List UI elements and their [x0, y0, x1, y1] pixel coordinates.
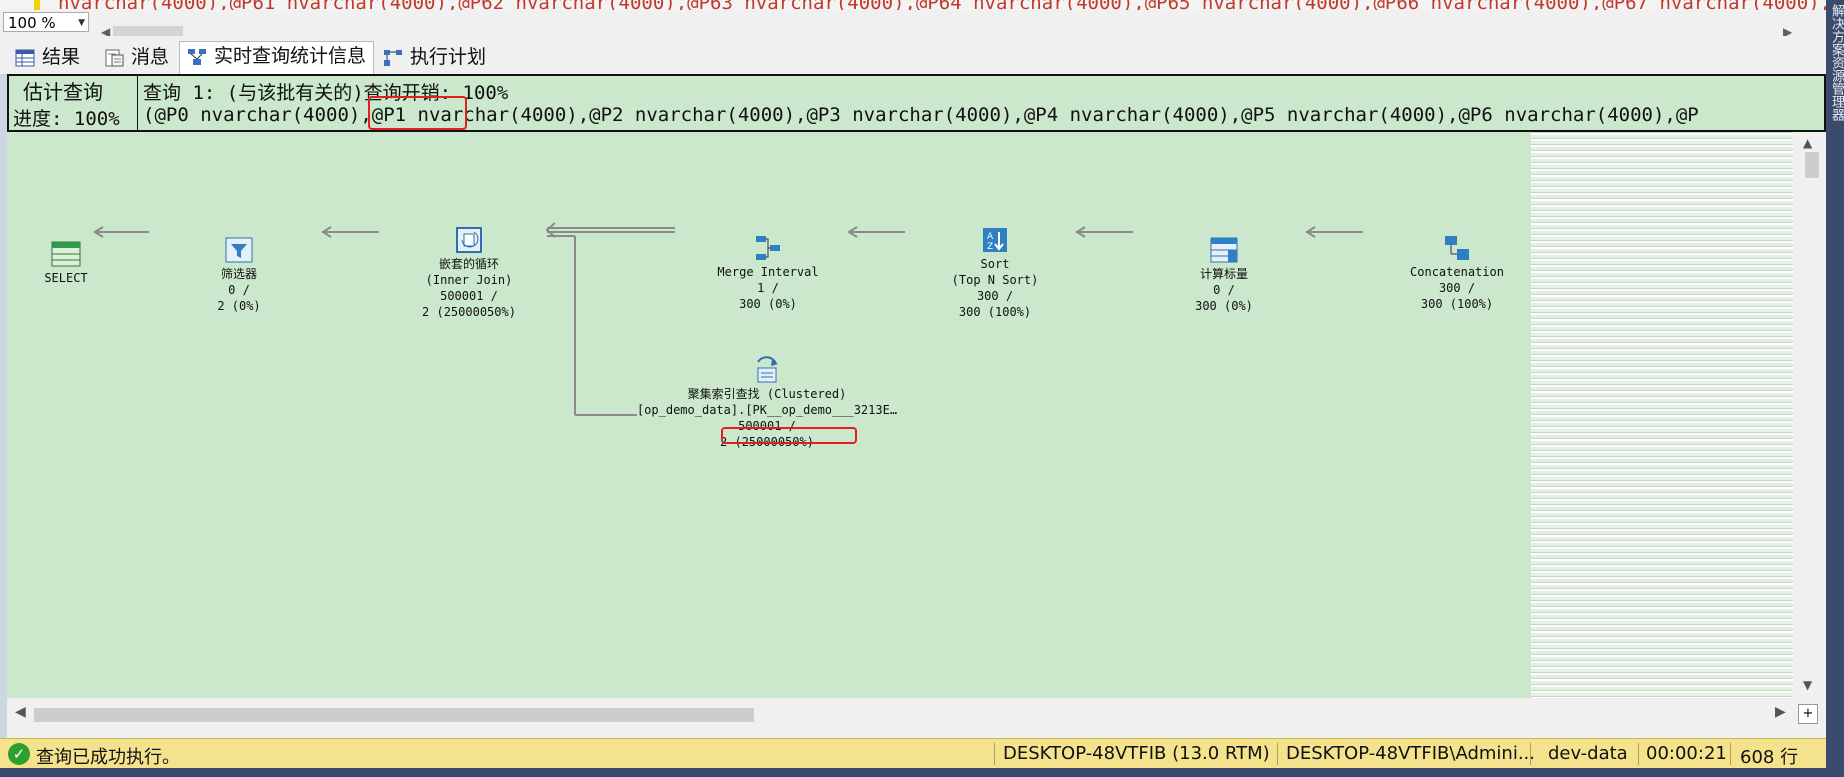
plan-node-merge-interval[interactable]: Merge Interval 1 / 300 (0%)	[700, 234, 836, 312]
plan-node-nested-loops[interactable]: 嵌套的循环 (Inner Join) 500001 / 2 (25000050%…	[411, 226, 527, 320]
status-user: DESKTOP-48VTFIB\Admini...	[1286, 743, 1536, 764]
tab-messages-label: 消息	[131, 46, 170, 68]
plan-node-text: SELECT	[44, 271, 88, 285]
progress-cell: 估计查询 进度: 100%	[9, 76, 138, 130]
status-database: dev-data	[1548, 743, 1628, 764]
zoom-plus-icon[interactable]: +	[1798, 704, 1818, 724]
plan-node-text: 计算标量	[1199, 267, 1248, 281]
live-stats-icon	[188, 49, 206, 65]
plan-node-text: 300 (0%)	[739, 297, 797, 311]
plan-node-text: 300 (100%)	[958, 305, 1032, 319]
tab-results[interactable]: 结果	[8, 43, 94, 72]
execution-plan-icon	[384, 50, 402, 66]
solution-explorer-collapsed-panel[interactable]: 解决方案资源管理器	[1826, 0, 1844, 777]
plan-vscroll-thumb[interactable]	[1805, 152, 1819, 178]
status-elapsed: 00:00:21	[1646, 743, 1727, 764]
status-bar: ✓ 查询已成功执行。 DESKTOP-48VTFIB (13.0 RTM) DE…	[0, 738, 1826, 769]
plan-node-text: 500001 /	[440, 289, 498, 303]
plan-node-text: 0 /	[228, 283, 250, 297]
status-separator	[1730, 743, 1731, 765]
status-separator	[1277, 743, 1278, 765]
sort-icon: AZ	[983, 228, 1007, 252]
nested-loops-icon	[456, 227, 482, 253]
status-separator	[994, 743, 995, 765]
plan-vertical-scrollbar[interactable]: ▲ ▼	[1793, 132, 1826, 698]
plan-node-text: 300 (0%)	[1195, 299, 1253, 313]
highlight-box-row-count	[721, 427, 857, 444]
change-marker	[34, 0, 40, 10]
editor-zoom-row: 100 % ▼ ◀ ▶	[0, 10, 1826, 39]
concatenation-icon	[1445, 236, 1469, 260]
plan-node-text: Sort	[980, 257, 1010, 271]
chevron-down-icon[interactable]: ▼	[78, 13, 85, 33]
tab-execution-plan-label: 执行计划	[410, 46, 487, 68]
status-rows: 608 行	[1740, 747, 1799, 768]
plan-overflow-edge	[1531, 132, 1793, 698]
scroll-up-icon[interactable]: ▲	[1803, 136, 1812, 150]
status-separator	[1530, 743, 1531, 765]
tab-live-query-statistics[interactable]: 实时查询统计信息	[179, 41, 374, 74]
plan-node-text: (Top N Sort)	[951, 273, 1039, 287]
select-icon	[51, 241, 81, 267]
tab-live-stats-label: 实时查询统计信息	[214, 45, 367, 67]
status-message: 查询已成功执行。	[36, 747, 180, 768]
status-server: DESKTOP-48VTFIB (13.0 RTM)	[1003, 743, 1270, 764]
zoom-select[interactable]: 100 % ▼	[3, 12, 89, 32]
svg-text:Z: Z	[987, 242, 993, 252]
plan-node-text: 0 /	[1213, 283, 1235, 297]
plan-node-text: [op_demo_data].[PK__op_demo___3213E…	[636, 403, 898, 417]
plan-node-text: 300 /	[976, 289, 1014, 303]
compute-scalar-icon	[1210, 237, 1238, 263]
status-separator	[1638, 743, 1639, 765]
plan-hscroll-thumb[interactable]	[34, 708, 754, 722]
plan-node-text: 嵌套的循环	[438, 257, 499, 271]
tab-messages[interactable]: 消息	[97, 43, 183, 72]
plan-node-text: 300 /	[1438, 281, 1476, 295]
plan-node-text: (Inner Join)	[425, 273, 513, 287]
tab-results-label: 结果	[42, 46, 81, 68]
sql-editor-strip[interactable]: nvarchar(4000),@P61 nvarchar(4000),@P62 …	[0, 0, 1844, 10]
tab-execution-plan[interactable]: 执行计划	[376, 43, 494, 72]
query-header: 估计查询 进度: 100% 查询 1: (与该批有关的)查询开销: 100% (…	[7, 74, 1826, 132]
plan-node-text: 1 /	[757, 281, 779, 295]
plan-node-compute-scalar[interactable]: 计算标量 0 / 300 (0%)	[1179, 236, 1269, 314]
plan-node-concatenation[interactable]: Concatenation 300 / 300 (100%)	[1391, 234, 1523, 312]
plan-node-text: 300 (100%)	[1420, 297, 1494, 311]
messages-icon	[105, 49, 124, 67]
zoom-value: 100 %	[8, 14, 56, 32]
plan-node-text: 2 (25000050%)	[422, 305, 516, 319]
progress-value: 进度: 100%	[13, 108, 120, 130]
clustered-index-seek-icon	[757, 356, 778, 383]
plan-node-sort[interactable]: AZ Sort (Top N Sort) 300 / 300 (100%)	[939, 226, 1051, 320]
plan-node-text: 2 (0%)	[217, 299, 261, 313]
plan-node-text: 筛选器	[220, 267, 257, 281]
plan-node-text: Concatenation	[1410, 265, 1504, 279]
plan-node-select[interactable]: SELECT	[31, 240, 101, 286]
execution-plan-canvas[interactable]: SELECT 筛选器 0 / 2 (0%) 嵌套的循环 (Inner Join)…	[7, 132, 1531, 698]
results-tab-bar: 结果 消息 实时查询统计信息 执行计划	[0, 36, 1826, 74]
progress-label: 估计查询	[23, 80, 103, 104]
plan-horizontal-scrollbar[interactable]: ◀ ▶ +	[7, 698, 1826, 738]
scroll-down-icon[interactable]: ▼	[1803, 678, 1812, 692]
filter-icon	[225, 237, 253, 263]
plan-node-text: Merge Interval	[717, 265, 819, 279]
grid-icon	[15, 49, 35, 67]
success-check-icon: ✓	[8, 743, 30, 765]
scroll-left-icon[interactable]: ◀	[15, 704, 26, 720]
window-bottom-edge	[0, 768, 1844, 777]
live-query-plan-pane: 估计查询 进度: 100% 查询 1: (与该批有关的)查询开销: 100% (…	[7, 74, 1826, 738]
plan-node-text: 聚集索引查找 (Clustered)	[687, 387, 847, 401]
highlight-box-nvarchar	[368, 96, 467, 130]
svg-text:A: A	[987, 232, 994, 242]
merge-interval-icon	[756, 236, 780, 260]
sql-text-line: nvarchar(4000),@P61 nvarchar(4000),@P62 …	[58, 0, 1844, 10]
params-suffix: (4000),@P2 nvarchar(4000),@P3 nvarchar(4…	[509, 104, 1699, 126]
solution-explorer-label[interactable]: 解决方案资源管理器	[1827, 4, 1844, 121]
plan-node-filter[interactable]: 筛选器 0 / 2 (0%)	[199, 236, 279, 314]
scroll-right-icon[interactable]: ▶	[1775, 704, 1786, 720]
